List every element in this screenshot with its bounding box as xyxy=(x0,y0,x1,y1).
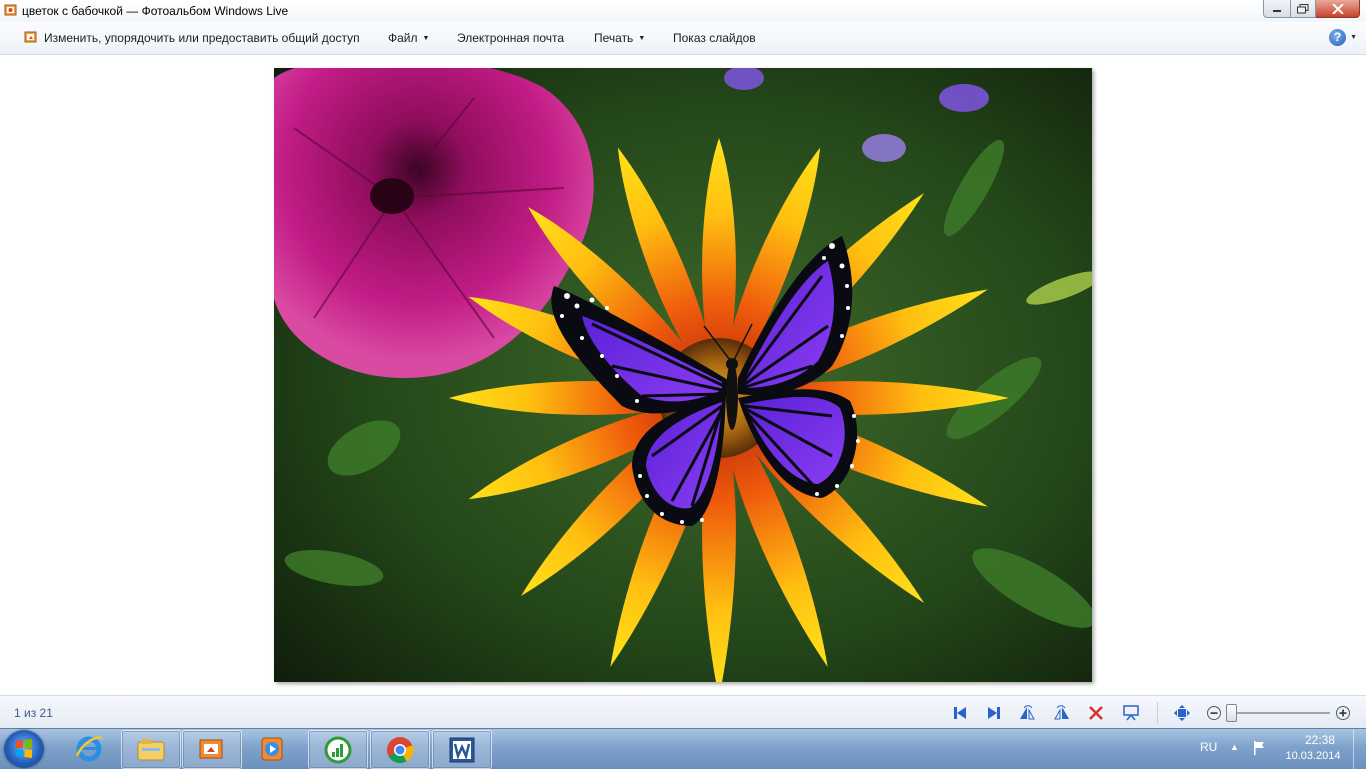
photo-gallery-icon xyxy=(199,739,223,758)
rotate-right-button[interactable] xyxy=(1052,703,1072,723)
taskbar-chrome[interactable] xyxy=(370,730,430,769)
clock-date: 10.03.2014 xyxy=(1285,750,1341,762)
slideshow-menu[interactable]: Показ слайдов xyxy=(673,31,756,45)
rotate-right-icon xyxy=(1054,705,1069,720)
zoom-out-button[interactable] xyxy=(1204,703,1224,723)
delete-button[interactable] xyxy=(1086,703,1106,723)
flower-butterfly-photo xyxy=(274,68,1092,682)
command-bar: Изменить, упорядочить или предоставить о… xyxy=(0,22,1366,55)
zoom-in-icon xyxy=(1336,706,1350,720)
organize-menu[interactable]: Изменить, упорядочить или предоставить о… xyxy=(44,31,360,45)
next-button[interactable] xyxy=(984,703,1004,723)
file-menu-label: Файл xyxy=(388,31,418,45)
rotate-left-button[interactable] xyxy=(1017,703,1037,723)
taskbar-windows-explorer[interactable] xyxy=(121,730,181,769)
print-menu[interactable]: Печать ▼ xyxy=(594,31,645,45)
slideshow-icon xyxy=(1123,705,1139,721)
zoom-slider-thumb[interactable] xyxy=(1226,704,1237,722)
photo-counter: 1 из 21 xyxy=(14,706,53,720)
delete-icon xyxy=(1089,706,1103,720)
zoom-in-button[interactable] xyxy=(1333,703,1353,723)
close-button[interactable] xyxy=(1316,0,1360,18)
close-icon xyxy=(1331,3,1344,14)
previous-button[interactable] xyxy=(950,703,970,723)
windows-explorer-icon xyxy=(137,738,165,760)
minimize-button[interactable] xyxy=(1263,0,1291,18)
zoom-slider-track[interactable] xyxy=(1226,712,1330,714)
rotate-left-icon xyxy=(1020,705,1035,720)
email-menu[interactable]: Электронная почта xyxy=(457,31,564,45)
clock-time: 22:38 xyxy=(1304,733,1336,747)
taskbar-media-player[interactable] xyxy=(243,730,301,767)
photo-gallery-icon xyxy=(4,4,17,16)
show-desktop-button[interactable] xyxy=(1353,729,1366,769)
organize-icon xyxy=(24,31,37,43)
taskbar-internet-explorer[interactable] xyxy=(60,730,118,767)
chevron-down-icon: ▼ xyxy=(638,35,646,42)
language-indicator[interactable]: RU xyxy=(1200,740,1217,754)
media-player-icon xyxy=(261,737,283,760)
photo-viewer[interactable] xyxy=(274,68,1092,682)
previous-icon xyxy=(954,707,966,719)
chevron-down-icon: ▼ xyxy=(422,35,430,42)
file-menu[interactable]: Файл ▼ xyxy=(388,31,429,45)
internet-explorer-icon xyxy=(75,735,103,761)
restore-icon xyxy=(1297,3,1309,13)
maximize-button[interactable] xyxy=(1291,0,1316,18)
task-manager-icon xyxy=(324,736,352,763)
chevron-down-icon[interactable]: ▼ xyxy=(1350,34,1357,41)
minimize-icon xyxy=(1273,9,1281,12)
divider xyxy=(1157,702,1158,724)
action-center-flag-icon[interactable] xyxy=(1251,740,1267,756)
word-icon xyxy=(449,737,475,762)
next-icon xyxy=(988,707,1000,719)
taskbar-photo-gallery[interactable] xyxy=(182,730,242,769)
actual-size-button[interactable] xyxy=(1172,703,1192,723)
slideshow-button[interactable] xyxy=(1121,703,1141,723)
actual-size-icon xyxy=(1174,705,1190,721)
zoom-out-icon xyxy=(1207,706,1221,720)
viewer-control-bar: 1 из 21 xyxy=(0,695,1366,729)
show-hidden-icons-icon[interactable]: ▲ xyxy=(1230,742,1239,752)
windows-logo-icon xyxy=(16,739,32,758)
window-title: цветок с бабочкой — Фотоальбом Windows L… xyxy=(22,4,289,18)
taskbar-word[interactable] xyxy=(432,730,492,769)
taskbar: RU ▲ 22:38 10.03.2014 xyxy=(0,728,1366,769)
print-menu-label: Печать xyxy=(594,31,634,45)
help-button[interactable]: ? xyxy=(1329,29,1346,46)
title-bar: цветок с бабочкой — Фотоальбом Windows L… xyxy=(0,0,1366,22)
taskbar-task-manager[interactable] xyxy=(308,730,368,769)
start-button[interactable] xyxy=(4,730,44,768)
chrome-icon xyxy=(387,736,414,763)
